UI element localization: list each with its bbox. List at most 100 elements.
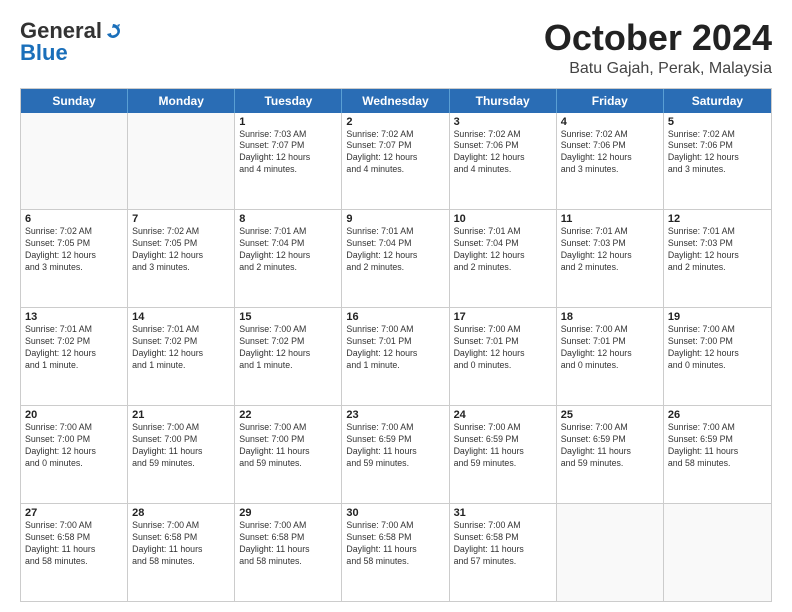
calendar-day-3: 3Sunrise: 7:02 AM Sunset: 7:06 PM Daylig… [450, 113, 557, 210]
day-info: Sunrise: 7:00 AM Sunset: 6:59 PM Dayligh… [454, 422, 552, 470]
calendar-day-27: 27Sunrise: 7:00 AM Sunset: 6:58 PM Dayli… [21, 504, 128, 601]
day-number: 23 [346, 409, 444, 421]
day-number: 24 [454, 409, 552, 421]
day-number: 27 [25, 507, 123, 519]
day-info: Sunrise: 7:03 AM Sunset: 7:07 PM Dayligh… [239, 129, 337, 177]
day-info: Sunrise: 7:02 AM Sunset: 7:06 PM Dayligh… [454, 129, 552, 177]
day-number: 2 [346, 116, 444, 128]
calendar-day-13: 13Sunrise: 7:01 AM Sunset: 7:02 PM Dayli… [21, 308, 128, 405]
day-number: 20 [25, 409, 123, 421]
day-info: Sunrise: 7:01 AM Sunset: 7:03 PM Dayligh… [668, 226, 767, 274]
calendar-week-2: 6Sunrise: 7:02 AM Sunset: 7:05 PM Daylig… [21, 210, 771, 308]
calendar-week-5: 27 Sunrise: 7:00 AM Sunset: 6:58 PM Dayli… [21, 504, 771, 601]
calendar-day-17: 17Sunrise: 7:00 AM Sunset: 7:01 PM Dayli… [450, 308, 557, 405]
day-info: Sunrise: 7:01 AM Sunset: 7:04 PM Dayligh… [239, 226, 337, 274]
day-number: 31 [454, 507, 552, 519]
calendar-body: 1Sunrise: 7:03 AM Sunset: 7:07 PM Daylig… [21, 113, 771, 601]
day-info: Sunrise: 7:01 AM Sunset: 7:03 PM Dayligh… [561, 226, 659, 274]
day-header-monday: Monday [128, 89, 235, 113]
calendar-day-2: 2Sunrise: 7:02 AM Sunset: 7:07 PM Daylig… [342, 113, 449, 210]
calendar-day-16: 16Sunrise: 7:00 AM Sunset: 7:01 PM Dayli… [342, 308, 449, 405]
day-info: Sunrise: 7:00 AM Sunset: 7:02 PM Dayligh… [239, 324, 337, 372]
calendar-day-18: 18Sunrise: 7:00 AM Sunset: 7:01 PM Dayli… [557, 308, 664, 405]
day-info: Sunrise: 7:02 AM Sunset: 7:06 PM Dayligh… [561, 129, 659, 177]
day-info: Sunrise: 7:01 AM Sunset: 7:02 PM Dayligh… [25, 324, 123, 372]
calendar-day-11: 11Sunrise: 7:01 AM Sunset: 7:03 PM Dayli… [557, 210, 664, 307]
day-number: 4 [561, 116, 659, 128]
day-header-friday: Friday [557, 89, 664, 113]
calendar-day-28: 28Sunrise: 7:00 AM Sunset: 6:58 PM Dayli… [128, 504, 235, 601]
day-number: 5 [668, 116, 767, 128]
day-header-wednesday: Wednesday [342, 89, 449, 113]
day-number: 25 [561, 409, 659, 421]
day-info: Sunrise: 7:01 AM Sunset: 7:02 PM Dayligh… [132, 324, 230, 372]
logo: General Blue [20, 18, 122, 66]
calendar-day-21: 21Sunrise: 7:00 AM Sunset: 7:00 PM Dayli… [128, 406, 235, 503]
day-info: Sunrise: 7:02 AM Sunset: 7:05 PM Dayligh… [25, 226, 123, 274]
day-info: Sunrise: 7:00 AM Sunset: 7:00 PM Dayligh… [132, 422, 230, 470]
day-info: Sunrise: 7:00 AM Sunset: 7:01 PM Dayligh… [346, 324, 444, 372]
calendar-day-31: 31Sunrise: 7:00 AM Sunset: 6:58 PM Dayli… [450, 504, 557, 601]
calendar-day-14: 14Sunrise: 7:01 AM Sunset: 7:02 PM Dayli… [128, 308, 235, 405]
day-info: Sunrise: 7:00 AM Sunset: 6:58 PM Dayligh… [239, 520, 337, 568]
calendar-day-1: 1Sunrise: 7:03 AM Sunset: 7:07 PM Daylig… [235, 113, 342, 210]
calendar-day-9: 9Sunrise: 7:01 AM Sunset: 7:04 PM Daylig… [342, 210, 449, 307]
calendar-day-20: 20Sunrise: 7:00 AM Sunset: 7:00 PM Dayli… [21, 406, 128, 503]
calendar-week-3: 13Sunrise: 7:01 AM Sunset: 7:02 PM Dayli… [21, 308, 771, 406]
calendar-day-4: 4Sunrise: 7:02 AM Sunset: 7:06 PM Daylig… [557, 113, 664, 210]
calendar-day-12: 12Sunrise: 7:01 AM Sunset: 7:03 PM Dayli… [664, 210, 771, 307]
day-info: Sunrise: 7:00 AM Sunset: 7:01 PM Dayligh… [454, 324, 552, 372]
day-number: 30 [346, 507, 444, 519]
location: Batu Gajah, Perak, Malaysia [544, 60, 772, 78]
day-number: 3 [454, 116, 552, 128]
logo-bird-icon [104, 22, 122, 40]
calendar-day-29: 29Sunrise: 7:00 AM Sunset: 6:58 PM Dayli… [235, 504, 342, 601]
day-info: Sunrise: 7:00 AM Sunset: 6:58 PM Dayligh… [346, 520, 444, 568]
day-number: 28 [132, 507, 230, 519]
day-number: 18 [561, 311, 659, 323]
day-header-saturday: Saturday [664, 89, 771, 113]
day-info: Sunrise: 7:00 AM Sunset: 6:59 PM Dayligh… [346, 422, 444, 470]
day-info: Sunrise: 7:01 AM Sunset: 7:04 PM Dayligh… [346, 226, 444, 274]
calendar-day-15: 15Sunrise: 7:00 AM Sunset: 7:02 PM Dayli… [235, 308, 342, 405]
page: General Blue October 2024 Batu Gajah, Pe… [0, 0, 792, 612]
day-info: Sunrise: 7:00 AM Sunset: 7:01 PM Dayligh… [561, 324, 659, 372]
logo-blue-text: Blue [20, 40, 68, 66]
day-number: 13 [25, 311, 123, 323]
day-info: Sunrise: 7:00 AM Sunset: 7:00 PM Dayligh… [668, 324, 767, 372]
day-number: 15 [239, 311, 337, 323]
calendar-day-26: 26Sunrise: 7:00 AM Sunset: 6:59 PM Dayli… [664, 406, 771, 503]
header: General Blue October 2024 Batu Gajah, Pe… [20, 18, 772, 78]
day-number: 14 [132, 311, 230, 323]
calendar-empty-cell [21, 113, 128, 210]
calendar-week-1: 1Sunrise: 7:03 AM Sunset: 7:07 PM Daylig… [21, 113, 771, 211]
calendar-day-23: 23Sunrise: 7:00 AM Sunset: 6:59 PM Dayli… [342, 406, 449, 503]
day-info: Sunrise: 7:02 AM Sunset: 7:05 PM Dayligh… [132, 226, 230, 274]
calendar-week-4: 20 Sunrise: 7:00 AM Sunset: 7:00 PM Dayli… [21, 406, 771, 504]
day-number: 8 [239, 213, 337, 225]
calendar-empty-cell [128, 113, 235, 210]
day-number: 9 [346, 213, 444, 225]
day-number: 22 [239, 409, 337, 421]
calendar-day-8: 8Sunrise: 7:01 AM Sunset: 7:04 PM Daylig… [235, 210, 342, 307]
calendar-day-30: 30Sunrise: 7:00 AM Sunset: 6:58 PM Dayli… [342, 504, 449, 601]
calendar-day-5: 5Sunrise: 7:02 AM Sunset: 7:06 PM Daylig… [664, 113, 771, 210]
title-block: October 2024 Batu Gajah, Perak, Malaysia [544, 18, 772, 78]
calendar-day-22: 22Sunrise: 7:00 AM Sunset: 7:00 PM Dayli… [235, 406, 342, 503]
day-number: 17 [454, 311, 552, 323]
calendar-day-6: 6Sunrise: 7:02 AM Sunset: 7:05 PM Daylig… [21, 210, 128, 307]
calendar-day-24: 24Sunrise: 7:00 AM Sunset: 6:59 PM Dayli… [450, 406, 557, 503]
month-title: October 2024 [544, 18, 772, 58]
calendar-header: SundayMondayTuesdayWednesdayThursdayFrid… [21, 89, 771, 113]
day-number: 16 [346, 311, 444, 323]
calendar-day-19: 19Sunrise: 7:00 AM Sunset: 7:00 PM Dayli… [664, 308, 771, 405]
day-number: 10 [454, 213, 552, 225]
day-number: 29 [239, 507, 337, 519]
day-info: Sunrise: 7:00 AM Sunset: 6:58 PM Dayligh… [132, 520, 230, 568]
day-number: 26 [668, 409, 767, 421]
day-number: 6 [25, 213, 123, 225]
day-number: 7 [132, 213, 230, 225]
day-header-sunday: Sunday [21, 89, 128, 113]
calendar-day-25: 25Sunrise: 7:00 AM Sunset: 6:59 PM Dayli… [557, 406, 664, 503]
day-header-tuesday: Tuesday [235, 89, 342, 113]
